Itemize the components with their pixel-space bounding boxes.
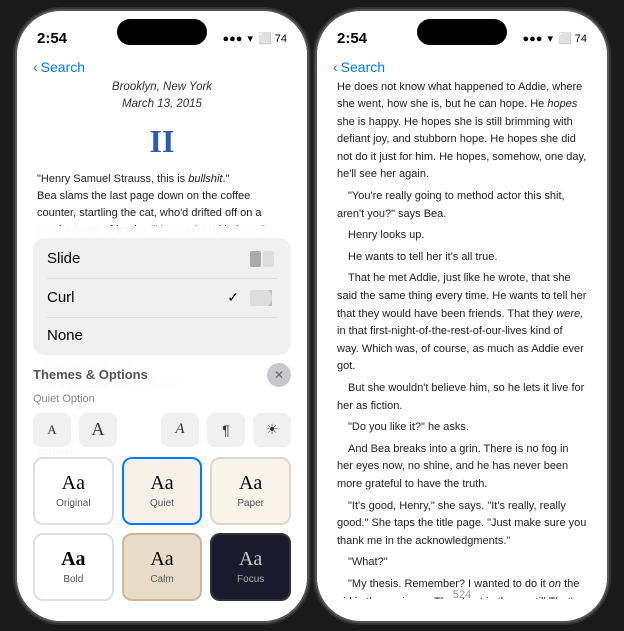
theme-calm-text: Aa — [150, 548, 173, 571]
left-back-button[interactable]: ‹ Search — [33, 59, 85, 75]
left-nav-bar: ‹ Search — [17, 55, 307, 79]
quiet-option-label: Quiet Option — [33, 393, 291, 405]
page-number: 524 — [453, 589, 471, 601]
right-back-chevron: ‹ — [333, 59, 338, 75]
right-wifi-icon: ▾ — [547, 32, 553, 45]
theme-paper[interactable]: Aa Paper — [210, 457, 291, 525]
right-status-icons: ●●● ▾ ⬜ 74 — [523, 32, 587, 45]
theme-quiet[interactable]: Aa Quiet — [122, 457, 203, 525]
book-location: Brooklyn, New YorkMarch 13, 2015 — [37, 79, 287, 114]
signal-icon: ●●● — [223, 33, 243, 45]
back-chevron-icon: ‹ — [33, 59, 38, 75]
back-label: Search — [41, 59, 85, 75]
theme-quiet-text: Aa — [150, 472, 173, 495]
font-decrease-button[interactable]: A — [33, 413, 71, 447]
right-time: 2:54 — [337, 30, 367, 47]
theme-paper-label: Paper — [237, 498, 264, 509]
phones-container: 2:54 ●●● ▾ ⬜ 74 ‹ Search Brooklyn, New Y… — [17, 11, 607, 621]
theme-calm[interactable]: Aa Calm — [122, 533, 203, 601]
theme-quiet-label: Quiet — [150, 498, 174, 509]
left-time: 2:54 — [37, 30, 67, 47]
right-nav-bar: ‹ Search — [317, 55, 607, 79]
theme-paper-text: Aa — [239, 472, 262, 495]
theme-bold[interactable]: Aa Bold — [33, 533, 114, 601]
transition-menu: Slide Curl ✓ — [33, 238, 291, 355]
bottom-panel: Slide Curl ✓ — [17, 226, 307, 621]
brightness-button[interactable]: ☀ — [253, 413, 291, 447]
right-book-text: He does not know what happened to Addie,… — [337, 79, 587, 599]
paragraph-button[interactable]: ¶ — [207, 413, 245, 447]
left-phone-screen: 2:54 ●●● ▾ ⬜ 74 ‹ Search Brooklyn, New Y… — [17, 11, 307, 621]
right-back-button[interactable]: ‹ Search — [333, 59, 385, 75]
theme-focus-label: Focus — [237, 574, 264, 585]
left-status-bar: 2:54 ●●● ▾ ⬜ 74 — [17, 11, 307, 55]
none-label: None — [47, 327, 83, 344]
curl-option[interactable]: Curl ✓ — [33, 279, 291, 317]
none-option[interactable]: None — [33, 318, 291, 353]
font-increase-button[interactable]: A — [79, 413, 117, 447]
right-status-bar: 2:54 ●●● ▾ ⬜ 74 — [317, 11, 607, 55]
wifi-icon: ▾ — [247, 32, 253, 45]
theme-bold-label: Bold — [63, 574, 83, 585]
right-back-label: Search — [341, 59, 385, 75]
curl-checkmark: ✓ — [227, 289, 239, 306]
font-controls: A A A ¶ ☀ — [33, 413, 291, 447]
slide-icon — [247, 249, 277, 269]
right-book-content: He does not know what happened to Addie,… — [317, 79, 607, 599]
theme-original-text: Aa — [62, 472, 85, 495]
left-status-icons: ●●● ▾ ⬜ 74 — [223, 32, 287, 45]
slide-label: Slide — [47, 250, 80, 267]
theme-calm-label: Calm — [150, 574, 173, 585]
slide-option[interactable]: Slide — [33, 240, 291, 278]
themes-label: Themes & Options — [33, 367, 148, 382]
curl-icon — [247, 288, 277, 308]
right-battery-icon: ⬜ 74 — [558, 32, 587, 45]
themes-header: Themes & Options ✕ — [33, 363, 291, 387]
font-style-button[interactable]: A — [161, 413, 199, 447]
curl-label: Curl — [47, 289, 75, 306]
theme-original-label: Original — [56, 498, 90, 509]
left-phone: 2:54 ●●● ▾ ⬜ 74 ‹ Search Brooklyn, New Y… — [17, 11, 307, 621]
right-phone-screen: 2:54 ●●● ▾ ⬜ 74 ‹ Search He does not kno… — [317, 11, 607, 621]
close-button[interactable]: ✕ — [267, 363, 291, 387]
chapter-number: II — [37, 117, 287, 165]
battery-icon: ⬜ 74 — [258, 32, 287, 45]
right-signal-icon: ●●● — [523, 33, 543, 45]
right-phone: 2:54 ●●● ▾ ⬜ 74 ‹ Search He does not kno… — [317, 11, 607, 621]
theme-bold-text: Aa — [61, 548, 85, 571]
theme-focus-text: Aa — [239, 548, 262, 571]
theme-cards-grid: Aa Original Aa Quiet Aa Paper Aa Bold — [33, 457, 291, 601]
theme-focus[interactable]: Aa Focus — [210, 533, 291, 601]
theme-original[interactable]: Aa Original — [33, 457, 114, 525]
